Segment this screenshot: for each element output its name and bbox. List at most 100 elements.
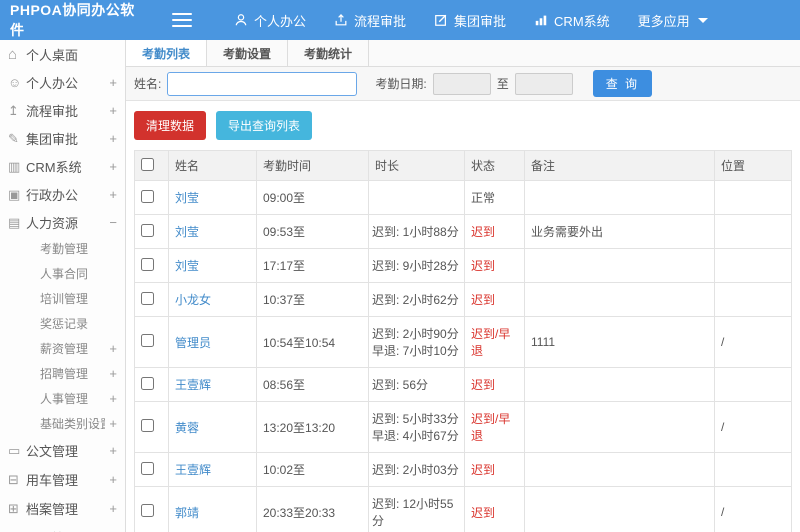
row-checkbox[interactable] <box>141 291 154 305</box>
sidebar-item[interactable]: CRM系统 + <box>0 152 125 180</box>
status-badge: 迟到 <box>471 259 496 273</box>
duration-line1: 迟到: 12小时55分 <box>372 497 454 528</box>
note-cell: 业务需要外出 <box>524 214 715 249</box>
employee-name-link[interactable]: 郭靖 <box>175 506 199 520</box>
employee-name-link[interactable]: 王壹辉 <box>175 378 211 392</box>
employee-name-link[interactable]: 黄蓉 <box>175 421 199 435</box>
export-list-button[interactable]: 导出查询列表 <box>216 111 313 140</box>
tab-attendance-statistics[interactable]: 考勤统计 <box>288 40 370 66</box>
sidebar-item[interactable]: 人事管理 + <box>0 386 125 411</box>
search-button[interactable]: 查 询 <box>592 70 653 97</box>
sidebar-item-icon <box>8 47 26 62</box>
duration-line1: 迟到: 1小时88分 <box>372 225 459 239</box>
column-header-location: 位置 <box>714 150 792 181</box>
employee-name-link[interactable]: 刘莹 <box>175 259 199 273</box>
note-cell <box>524 486 715 532</box>
date-to-input[interactable] <box>514 72 573 95</box>
sidebar-item[interactable]: 考勤管理 <box>0 236 125 261</box>
sidebar-item-icon <box>8 502 26 515</box>
location-cell <box>714 180 792 215</box>
sidebar-item[interactable]: 奖惩记录 <box>0 311 125 336</box>
sidebar-item[interactable]: 流程审批 + <box>0 96 125 124</box>
row-checkbox[interactable] <box>141 461 154 475</box>
nav-group-approval[interactable]: 集团审批 <box>420 0 520 40</box>
duration-cell <box>368 180 465 215</box>
status-badge: 迟到/早退 <box>471 412 511 443</box>
location-cell: / <box>714 401 792 453</box>
date-to-label: 至 <box>496 77 509 91</box>
sidebar-item[interactable]: 个人桌面 <box>0 40 125 68</box>
sidebar-item[interactable]: 基础类别设置 + <box>0 411 125 436</box>
select-all-checkbox[interactable] <box>141 157 154 171</box>
row-checkbox[interactable] <box>141 376 154 390</box>
expand-toggle-icon[interactable]: + <box>105 103 117 118</box>
menu-toggle-icon[interactable] <box>172 13 192 27</box>
sidebar-item[interactable]: 行政办公 + <box>0 180 125 208</box>
date-from-input[interactable] <box>432 72 491 95</box>
employee-name-link[interactable]: 刘莹 <box>175 225 199 239</box>
sidebar-item-label: 人事合同 <box>40 267 89 281</box>
sidebar-item[interactable]: 项目管理 + <box>0 523 125 532</box>
expand-toggle-icon[interactable]: + <box>105 187 117 202</box>
nav-personal-office[interactable]: 个人办公 <box>220 0 320 40</box>
sidebar-item-icon <box>8 160 26 173</box>
top-nav: 个人办公 流程审批 集团审批 CRM系统 更多应用 <box>220 0 722 40</box>
clean-data-button[interactable]: 清理数据 <box>134 111 207 140</box>
employee-name-link[interactable]: 管理员 <box>175 336 211 350</box>
note-cell: 1111 <box>524 316 715 368</box>
duration-line1: 迟到: 56分 <box>372 378 429 392</box>
location-cell <box>714 282 792 317</box>
sidebar-item[interactable]: 用车管理 + <box>0 465 125 494</box>
table-row: 王壹辉 08:56至 迟到: 56分 迟到 <box>134 367 792 402</box>
note-cell <box>524 401 715 453</box>
tab-attendance-settings[interactable]: 考勤设置 <box>207 40 289 66</box>
sidebar-item[interactable]: 公文管理 + <box>0 436 125 465</box>
sidebar-item[interactable]: 档案管理 + <box>0 494 125 523</box>
expand-toggle-icon[interactable]: + <box>105 159 117 174</box>
expand-toggle-icon[interactable]: + <box>105 472 117 487</box>
nav-more-apps[interactable]: 更多应用 <box>624 0 722 40</box>
sidebar-item-icon <box>8 188 26 201</box>
nav-item-label: CRM系统 <box>554 13 610 29</box>
expand-toggle-icon[interactable]: + <box>105 501 117 516</box>
row-checkbox[interactable] <box>141 257 154 271</box>
expand-toggle-icon[interactable]: + <box>105 366 117 381</box>
name-filter-input[interactable] <box>167 71 358 96</box>
attendance-time-cell: 17:17至 <box>256 248 369 283</box>
row-checkbox[interactable] <box>141 223 154 237</box>
note-cell <box>524 248 715 283</box>
employee-name-link[interactable]: 王壹辉 <box>175 463 211 477</box>
location-cell: / <box>714 316 792 368</box>
nav-crm-system[interactable]: CRM系统 <box>520 0 624 40</box>
employee-name-link[interactable]: 刘莹 <box>175 191 199 205</box>
expand-toggle-icon[interactable]: + <box>105 341 117 356</box>
nav-workflow-approval[interactable]: 流程审批 <box>320 0 420 40</box>
nav-item-label: 流程审批 <box>354 13 407 29</box>
sidebar-item[interactable]: 集团审批 + <box>0 124 125 152</box>
action-bar: 清理数据 导出查询列表 <box>126 101 800 150</box>
sidebar-item-icon <box>8 104 26 117</box>
status-badge: 迟到 <box>471 378 496 392</box>
expand-toggle-icon[interactable]: + <box>105 131 117 146</box>
column-header-note: 备注 <box>524 150 715 181</box>
sidebar: 个人桌面 个人办公 + 流程审批 + 集团审批 <box>0 40 126 532</box>
tab-attendance-list[interactable]: 考勤列表 <box>126 40 208 66</box>
sidebar-item[interactable]: 个人办公 + <box>0 68 125 96</box>
expand-toggle-icon[interactable]: + <box>105 443 117 458</box>
row-checkbox[interactable] <box>141 504 154 517</box>
expand-toggle-icon[interactable]: + <box>105 75 117 90</box>
row-checkbox[interactable] <box>141 419 154 432</box>
expand-toggle-icon[interactable]: + <box>105 416 117 431</box>
sidebar-item[interactable]: 人事合同 <box>0 261 125 286</box>
app-logo[interactable]: PHPOA协同办公软件 <box>0 0 150 40</box>
sidebar-item[interactable]: 薪资管理 + <box>0 336 125 361</box>
row-checkbox[interactable] <box>141 189 154 203</box>
sidebar-item[interactable]: 招聘管理 + <box>0 361 125 386</box>
row-checkbox[interactable] <box>141 334 154 347</box>
sidebar-item[interactable]: 培训管理 <box>0 286 125 311</box>
employee-name-link[interactable]: 小龙女 <box>175 293 211 307</box>
expand-toggle-icon[interactable]: − <box>105 215 117 230</box>
sidebar-item[interactable]: 人力资源 − <box>0 208 125 236</box>
expand-toggle-icon[interactable]: + <box>105 391 117 406</box>
table-header-row: 姓名 考勤时间 时长 状态 备注 位置 <box>134 150 792 181</box>
